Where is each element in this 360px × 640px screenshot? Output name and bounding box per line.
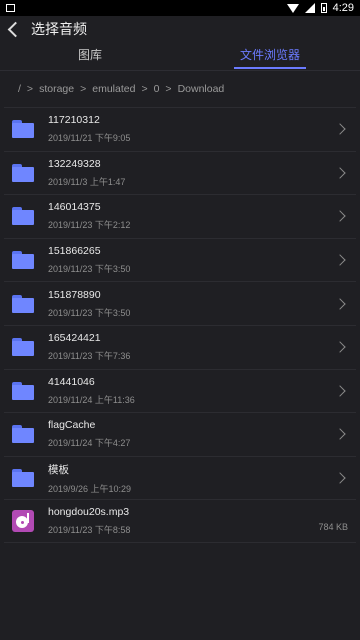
chevron-right-icon: [334, 341, 346, 353]
chevron-right-icon: [334, 123, 346, 135]
breadcrumb-separator: >: [26, 83, 34, 95]
item-date: 2019/9/26 上午10:29: [48, 483, 132, 494]
item-name: 模板: [48, 463, 69, 476]
wifi-icon: [286, 3, 299, 13]
item-name: 165424421: [48, 332, 101, 345]
breadcrumb: / > storage > emulated > 0 > Download: [0, 70, 360, 107]
breadcrumb-storage[interactable]: storage: [39, 83, 74, 95]
breadcrumb-download[interactable]: Download: [178, 83, 225, 95]
folder-icon: [12, 425, 34, 444]
item-date: 2019/11/23 下午2:12: [48, 220, 131, 231]
audio-file-icon: [12, 510, 34, 533]
list-item[interactable]: 151878890 2019/11/23 下午3:50: [4, 281, 356, 325]
chevron-right-icon: [334, 298, 346, 310]
folder-icon: [12, 251, 34, 270]
list-item[interactable]: flagCache 2019/11/24 下午4:27: [4, 412, 356, 456]
item-name: 146014375: [48, 201, 101, 214]
breadcrumb-root[interactable]: /: [18, 83, 21, 95]
chevron-right-icon: [334, 210, 346, 223]
tab-bar: 图库 文件浏览器: [0, 42, 360, 70]
chevron-right-icon: [334, 385, 346, 397]
folder-icon: [12, 294, 34, 313]
item-date: 2019/11/3 上午1:47: [48, 176, 126, 187]
chevron-right-icon: [334, 167, 346, 179]
chevron-right-icon: [334, 472, 346, 484]
title-bar: 选择音频: [0, 16, 360, 42]
breadcrumb-separator: >: [165, 83, 172, 95]
folder-icon: [12, 381, 34, 400]
battery-icon: [320, 3, 327, 13]
folder-icon: [12, 120, 34, 139]
item-name: 151866265: [48, 245, 101, 258]
item-name: 151878890: [48, 288, 101, 301]
folder-icon: [12, 469, 34, 488]
breadcrumb-emulated[interactable]: emulated: [92, 83, 135, 95]
list-item[interactable]: hongdou20s.mp3 2019/11/23 下午8:58 784 KB: [4, 499, 356, 543]
chevron-right-icon: [334, 428, 346, 441]
tab-file-browser[interactable]: 文件浏览器: [180, 42, 360, 70]
back-arrow-icon[interactable]: [7, 21, 24, 37]
item-name: 41441046: [48, 375, 95, 388]
folder-icon: [12, 207, 34, 226]
item-date: 2019/11/24 上午11:36: [48, 394, 135, 405]
status-bar: 4:29: [0, 0, 360, 16]
breadcrumb-separator: >: [141, 83, 148, 95]
list-item[interactable]: 165424421 2019/11/23 下午7:36: [4, 324, 356, 369]
clock: 4:29: [332, 2, 354, 14]
item-date: 2019/11/21 下午9:05: [48, 133, 131, 144]
breadcrumb-0[interactable]: 0: [154, 83, 160, 95]
item-date: 2019/11/23 下午3:50: [48, 264, 131, 275]
file-list: 117210312 2019/11/21 下午9:05 132249328 2019…: [0, 107, 360, 543]
item-date: 2019/11/23 下午3:50: [48, 307, 131, 318]
item-name: 132249328: [48, 157, 101, 170]
folder-icon: [12, 338, 34, 357]
list-item[interactable]: 132249328 2019/11/3 上午1:47: [4, 150, 356, 195]
folder-icon: [12, 163, 34, 182]
item-name: hongdou20s.mp3: [48, 506, 130, 519]
chevron-right-icon: [334, 254, 346, 266]
list-item[interactable]: 模板 2019/9/26 上午10:29: [4, 455, 356, 500]
page-title: 选择音频: [31, 21, 87, 37]
breadcrumb-separator: >: [80, 83, 87, 95]
item-name: flagCache: [48, 419, 96, 432]
file-size: 784 KB: [318, 521, 348, 532]
item-date: 2019/11/24 下午4:27: [48, 438, 131, 449]
tab-gallery[interactable]: 图库: [0, 42, 180, 70]
signal-icon: [304, 3, 315, 13]
item-name: 117210312: [48, 114, 100, 127]
list-item[interactable]: 146014375 2019/11/23 下午2:12: [4, 194, 356, 238]
item-date: 2019/11/23 下午7:36: [48, 351, 131, 362]
list-item[interactable]: 151866265 2019/11/23 下午3:50: [4, 237, 356, 282]
image-notification-icon: [6, 4, 15, 12]
list-item[interactable]: 41441046 2019/11/24 上午11:36: [4, 368, 356, 413]
list-item[interactable]: 117210312 2019/11/21 下午9:05: [4, 107, 356, 151]
item-date: 2019/11/23 下午8:58: [48, 525, 131, 536]
